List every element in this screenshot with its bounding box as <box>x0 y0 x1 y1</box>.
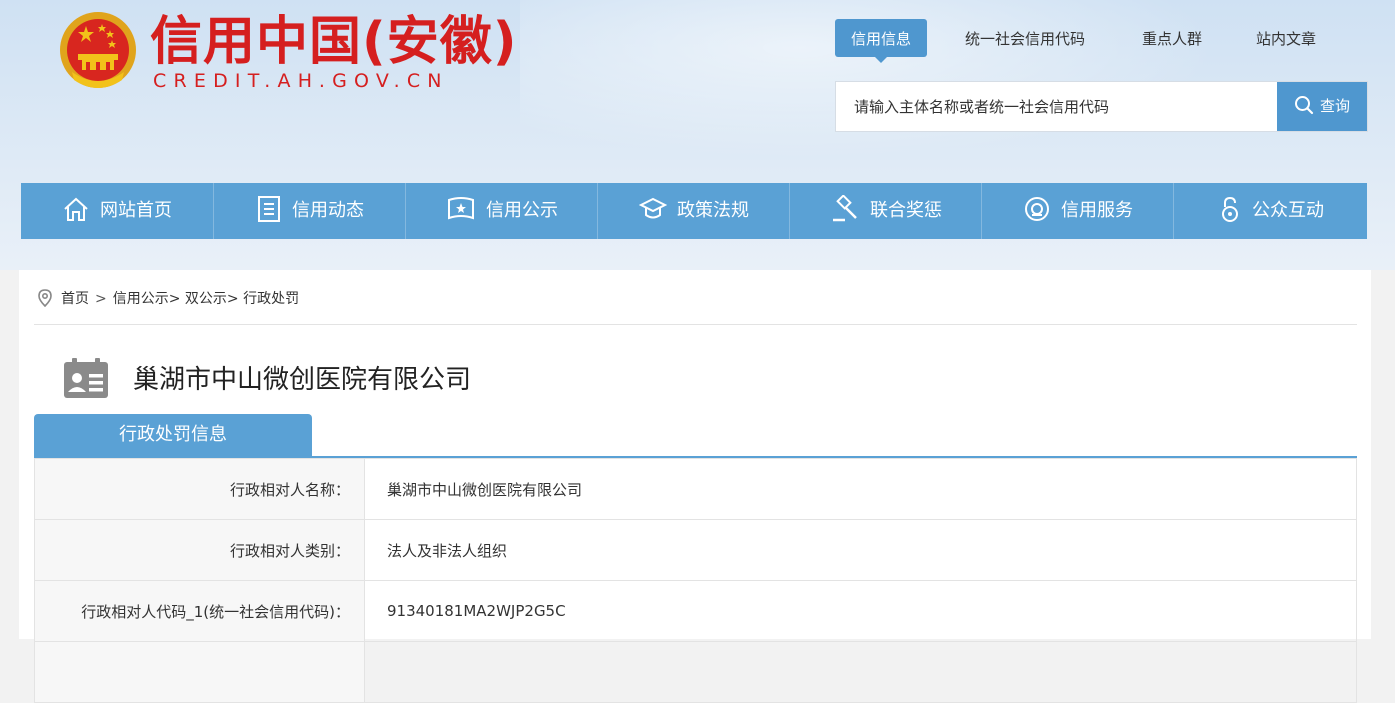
site-title: 信用中国(安徽) <box>150 12 518 72</box>
table-row: 行政相对人类别： 法人及非法人组织 <box>34 519 1357 581</box>
breadcrumb: 首页 > 信用公示> 双公示> 行政处罚 <box>37 288 299 308</box>
row-value: 巢湖市中山微创医院有限公司 <box>364 458 1357 520</box>
topnav-unified-code[interactable]: 统一社会信用代码 <box>965 19 1085 57</box>
table-row <box>34 641 1357 703</box>
breadcrumb-admin-penalty: 行政处罚 <box>243 291 300 307</box>
nav-rewards-penalties-label: 联合奖惩 <box>870 200 942 221</box>
nav-credit-publicity-label: 信用公示 <box>486 200 558 221</box>
search-input[interactable]: 请输入主体名称或者统一社会信用代码 <box>854 82 1109 133</box>
home-icon <box>64 197 88 221</box>
national-emblem-icon <box>60 12 136 88</box>
site-logo[interactable]: 信用中国(安徽) CREDIT.AH.GOV.CN <box>58 8 528 98</box>
site-domain: CREDIT.AH.GOV.CN <box>153 70 449 92</box>
table-row: 行政相对人代码_1(统一社会信用代码)： 91340181MA2WJP2G5C <box>34 580 1357 642</box>
graduation-cap-icon <box>638 197 668 219</box>
search-icon <box>1294 95 1314 114</box>
tab-admin-penalty-info[interactable]: 行政处罚信息 <box>34 414 312 456</box>
service-badge-icon <box>1025 197 1049 221</box>
nav-credit-news[interactable]: 信用动态 <box>213 183 406 239</box>
row-value: 91340181MA2WJP2G5C <box>364 580 1357 642</box>
document-list-icon <box>258 196 280 222</box>
site-header: 信用中国(安徽) CREDIT.AH.GOV.CN 信用信息 统一社会信用代码 … <box>0 0 1395 270</box>
location-pin-icon <box>38 288 52 307</box>
row-value: 法人及非法人组织 <box>364 519 1357 581</box>
topnav-key-groups[interactable]: 重点人群 <box>1142 19 1202 57</box>
nav-credit-publicity[interactable]: 信用公示 <box>405 183 598 239</box>
breadcrumb-dual-publicity[interactable]: 双公示> <box>185 291 239 307</box>
nav-rewards-penalties[interactable]: 联合奖惩 <box>789 183 982 239</box>
table-row: 行政相对人名称： 巢湖市中山微创医院有限公司 <box>34 458 1357 520</box>
row-key: 行政相对人代码_1(统一社会信用代码)： <box>34 580 365 642</box>
row-key <box>34 641 365 703</box>
search-button[interactable]: 查询 <box>1277 82 1367 131</box>
main-navigation: 网站首页 信用动态 信用公示 政策法规 联合奖惩 信用服务 公众互动 <box>21 183 1367 239</box>
nav-public-interaction[interactable]: 公众互动 <box>1173 183 1368 239</box>
search-button-label: 查询 <box>1319 97 1350 115</box>
penalty-info-table: 行政相对人名称： 巢湖市中山微创医院有限公司 行政相对人类别： 法人及非法人组织… <box>34 458 1357 703</box>
nav-policy-label: 政策法规 <box>677 200 749 221</box>
breadcrumb-credit-publicity[interactable]: 信用公示> <box>113 291 181 307</box>
bulletin-book-icon <box>448 197 474 220</box>
entity-name: 巢湖市中山微创医院有限公司 <box>133 365 472 395</box>
breadcrumb-home[interactable]: 首页 <box>61 291 89 307</box>
nav-credit-services[interactable]: 信用服务 <box>981 183 1174 239</box>
nav-credit-services-label: 信用服务 <box>1061 200 1133 221</box>
search-box: 请输入主体名称或者统一社会信用代码 查询 <box>835 81 1368 132</box>
row-key: 行政相对人类别： <box>34 519 365 581</box>
nav-policy[interactable]: 政策法规 <box>597 183 790 239</box>
row-key: 行政相对人名称： <box>34 458 365 520</box>
breadcrumb-separator: > <box>95 291 107 307</box>
topnav-credit-info[interactable]: 信用信息 <box>835 19 928 63</box>
business-card-icon <box>64 358 108 398</box>
gavel-icon <box>833 194 857 222</box>
nav-home-label: 网站首页 <box>100 200 172 221</box>
breadcrumb-divider <box>34 324 1357 325</box>
content-panel: 首页 > 信用公示> 双公示> 行政处罚 巢湖市中山微创医院有限公司 行政处罚信息 … <box>19 270 1371 703</box>
nav-credit-news-label: 信用动态 <box>292 200 364 221</box>
topnav-site-articles[interactable]: 站内文章 <box>1256 19 1316 57</box>
row-value <box>364 641 1357 703</box>
lock-person-icon <box>1222 196 1238 222</box>
nav-public-interaction-label: 公众互动 <box>1252 200 1324 221</box>
nav-home[interactable]: 网站首页 <box>21 183 213 239</box>
